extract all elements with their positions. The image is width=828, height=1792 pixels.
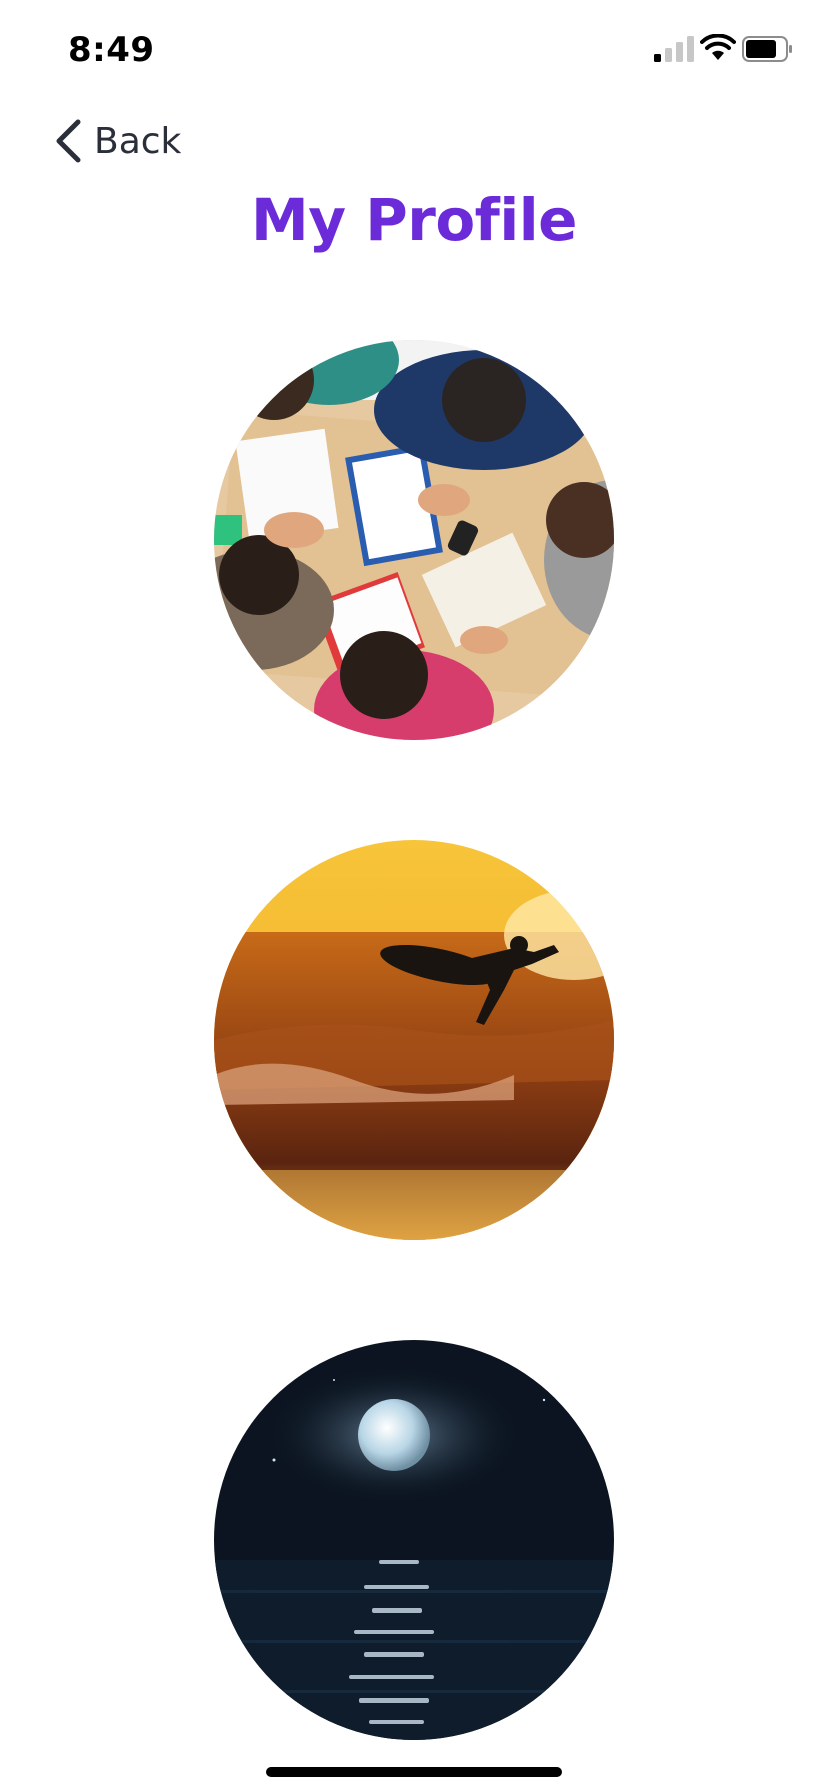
wifi-icon	[700, 34, 736, 60]
signal-icon	[654, 36, 694, 62]
study-group-photo[interactable]	[214, 340, 614, 740]
back-button[interactable]: Back	[54, 116, 181, 166]
status-bar: 8:49	[0, 0, 828, 100]
page-title: My Profile	[250, 186, 578, 254]
home-indicator[interactable]	[266, 1767, 562, 1777]
surfer-sunset-photo[interactable]	[214, 840, 614, 1240]
back-label: Back	[94, 120, 182, 162]
battery-icon	[742, 36, 792, 62]
chevron-left-icon	[56, 119, 81, 163]
moon-ocean-photo[interactable]	[214, 1340, 614, 1740]
status-time: 8:49	[68, 30, 155, 70]
